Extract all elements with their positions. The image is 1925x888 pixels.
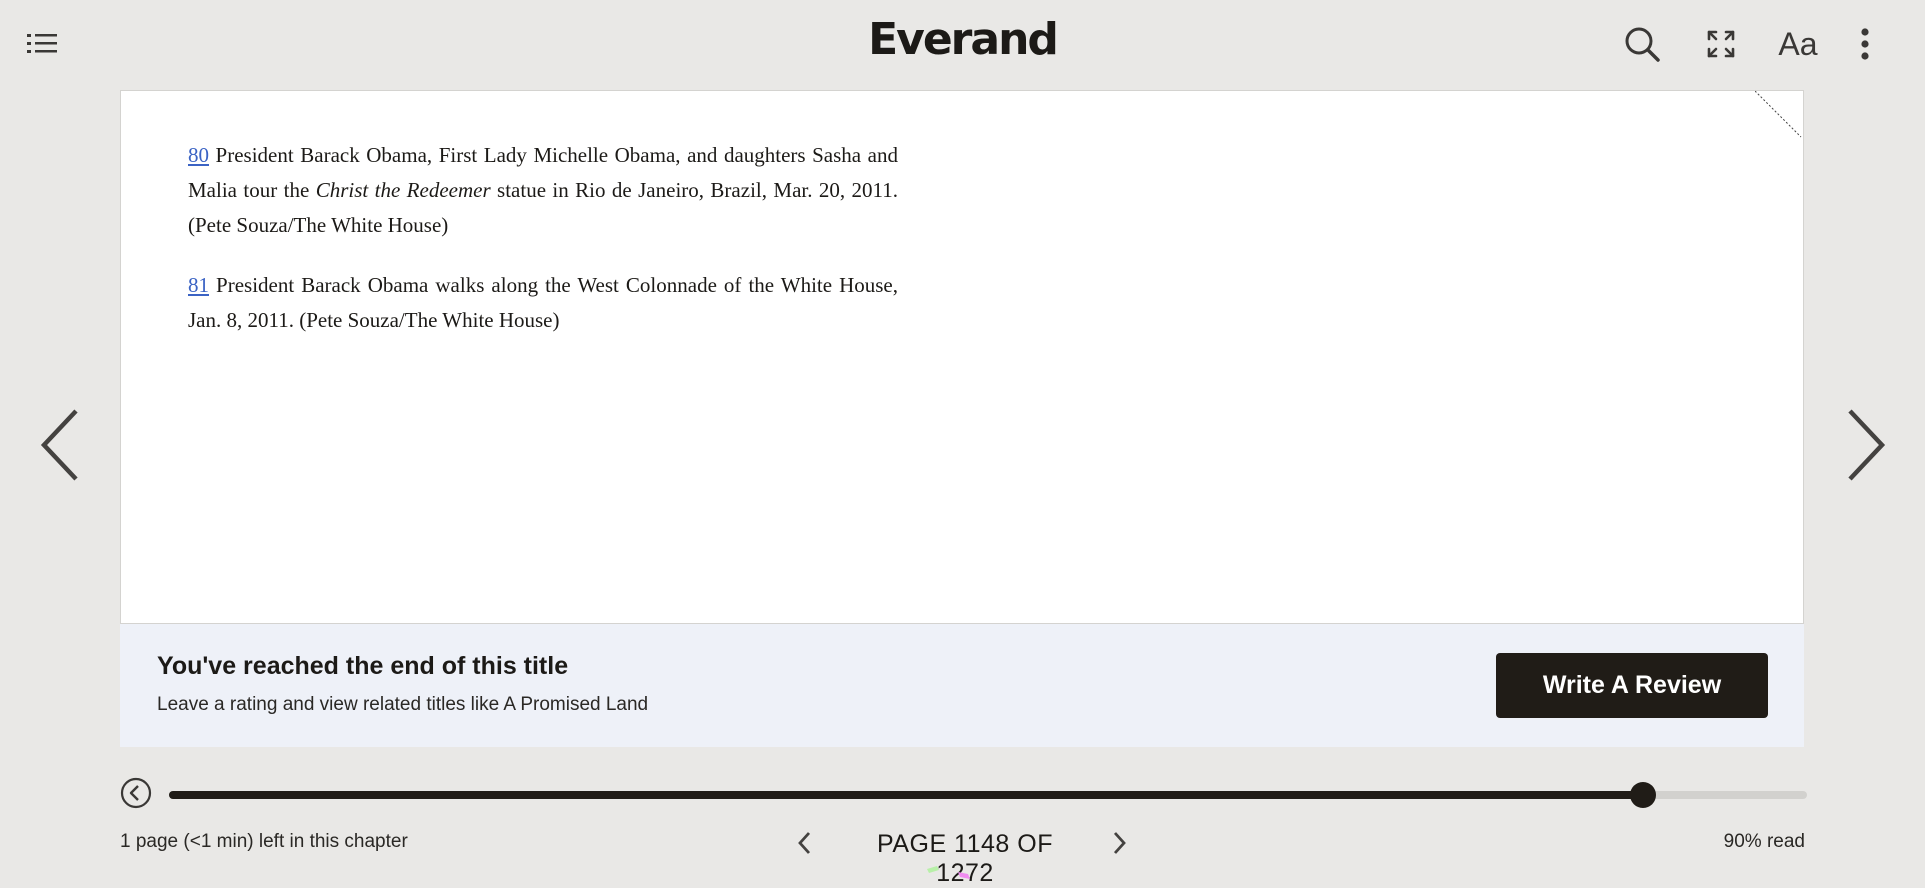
page-navigator: PAGE 1148 OF 1272 [790, 822, 1140, 887]
end-banner-title: You've reached the end of this title [157, 652, 569, 680]
progress-slider[interactable] [169, 782, 1807, 808]
search-icon[interactable] [1620, 22, 1664, 66]
next-page-arrow[interactable] [1840, 405, 1890, 485]
book-page: 80 President Barack Obama, First Lady Mi… [120, 90, 1804, 624]
end-banner-subtitle: Leave a rating and view related titles l… [157, 694, 649, 715]
confetti-decoration [927, 866, 939, 873]
note-81: 81 President Barack Obama walks along th… [188, 268, 898, 338]
more-options-icon[interactable] [1843, 22, 1887, 66]
percent-read-text: 90% read [1723, 831, 1805, 852]
note-text: President Barack Obama walks along the W… [188, 273, 898, 332]
progress-thumb[interactable] [1630, 782, 1657, 808]
chapter-remaining-text: 1 page (<1 min) left in this chapter [120, 831, 408, 852]
write-review-button[interactable]: Write A Review [1496, 653, 1768, 718]
confetti-decoration [958, 872, 970, 879]
back-history-icon[interactable] [120, 777, 152, 809]
fullscreen-icon[interactable] [1699, 22, 1743, 66]
end-of-title-banner: You've reached the end of this title Lea… [120, 624, 1804, 747]
note-italic-text: Christ the Redeemer [315, 178, 491, 202]
note-ref-link[interactable]: 81 [188, 273, 209, 297]
font-settings-button[interactable]: Aa [1776, 22, 1820, 66]
page-indicator: PAGE 1148 OF 1272 [877, 830, 1053, 887]
note-list: 80 President Barack Obama, First Lady Mi… [188, 138, 898, 363]
progress-fill [169, 791, 1644, 799]
prev-page-small-icon[interactable] [790, 828, 820, 858]
top-toolbar: Everand Aa [0, 0, 1925, 90]
previous-page-arrow[interactable] [36, 405, 86, 485]
note-80: 80 President Barack Obama, First Lady Mi… [188, 138, 898, 243]
bookmark-corner-icon[interactable] [1755, 91, 1803, 139]
note-ref-link[interactable]: 80 [188, 143, 209, 167]
next-page-small-icon[interactable] [1104, 828, 1134, 858]
